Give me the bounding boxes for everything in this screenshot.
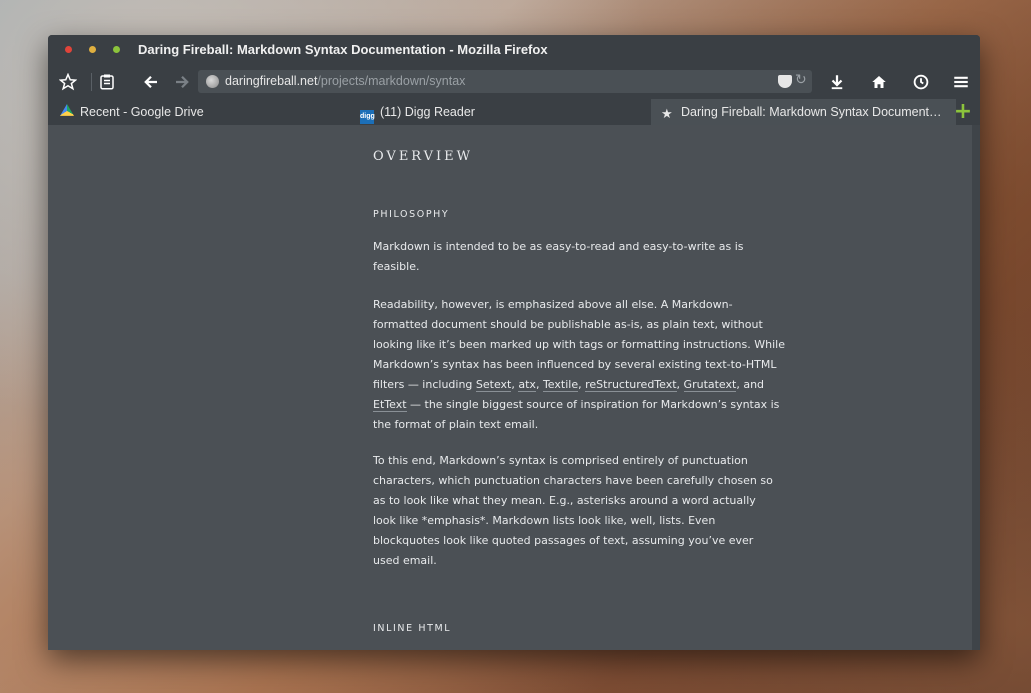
- link-ettext[interactable]: EtText: [373, 398, 407, 412]
- title-bar: Daring Fireball: Markdown Syntax Documen…: [48, 35, 980, 65]
- close-window-button[interactable]: [65, 46, 72, 53]
- link-restructuredtext[interactable]: reStructuredText: [585, 378, 677, 392]
- new-tab-plus-icon[interactable]: +: [953, 99, 973, 125]
- page-content: OVERVIEW PHILOSOPHY Markdown is intended…: [48, 125, 972, 650]
- reload-icon[interactable]: ↻: [795, 72, 807, 88]
- overview-heading: OVERVIEW: [373, 149, 474, 164]
- menu-hamburger-icon[interactable]: [949, 70, 973, 94]
- history-clock-icon[interactable]: [909, 70, 933, 94]
- link-textile[interactable]: Textile: [542, 378, 579, 392]
- link-atx[interactable]: atx: [518, 378, 536, 392]
- tab-daring-fireball[interactable]: ★ Daring Fireball: Markdown Syntax Docume…: [651, 99, 956, 125]
- home-icon[interactable]: [867, 70, 891, 94]
- philosophy-heading: PHILOSOPHY: [373, 209, 450, 220]
- paragraph-2: Readability, however, is emphasized abov…: [373, 298, 785, 431]
- window-title: Daring Fireball: Markdown Syntax Documen…: [138, 42, 548, 57]
- maximize-window-button[interactable]: [113, 46, 120, 53]
- tab-digg-reader[interactable]: digg (11) Digg Reader: [360, 99, 650, 125]
- tab-bar: Recent - Google Drive digg (11) Digg Read…: [48, 99, 980, 125]
- google-drive-icon: [60, 104, 74, 116]
- link-setext[interactable]: Setext: [475, 378, 512, 392]
- tab-google-drive[interactable]: Recent - Google Drive: [60, 99, 350, 125]
- forward-arrow-icon[interactable]: [170, 70, 194, 94]
- pocket-icon[interactable]: [778, 75, 792, 88]
- star-icon: ★: [661, 106, 673, 121]
- url-text: daringfireball.net/projects/markdown/syn…: [225, 74, 466, 88]
- inline-html-heading: INLINE HTML: [373, 623, 452, 634]
- url-bar[interactable]: daringfireball.net/projects/markdown/syn…: [198, 70, 812, 93]
- vertical-scrollbar[interactable]: [972, 125, 980, 650]
- link-grutatext[interactable]: Grutatext: [683, 378, 737, 392]
- browser-window: Daring Fireball: Markdown Syntax Documen…: [48, 35, 980, 650]
- back-arrow-icon[interactable]: [139, 70, 163, 94]
- paragraph-1: Markdown is intended to be as easy-to-re…: [373, 240, 744, 273]
- download-icon[interactable]: [825, 70, 849, 94]
- digg-icon: digg: [360, 110, 375, 124]
- toolbar-separator: [91, 73, 92, 91]
- minimize-window-button[interactable]: [89, 46, 96, 53]
- paragraph-3: To this end, Markdown’s syntax is compri…: [373, 454, 773, 567]
- bookmark-star-icon[interactable]: [56, 70, 80, 94]
- navigation-toolbar: daringfireball.net/projects/markdown/syn…: [48, 65, 980, 99]
- globe-icon: [206, 75, 219, 88]
- reading-list-icon[interactable]: [95, 70, 119, 94]
